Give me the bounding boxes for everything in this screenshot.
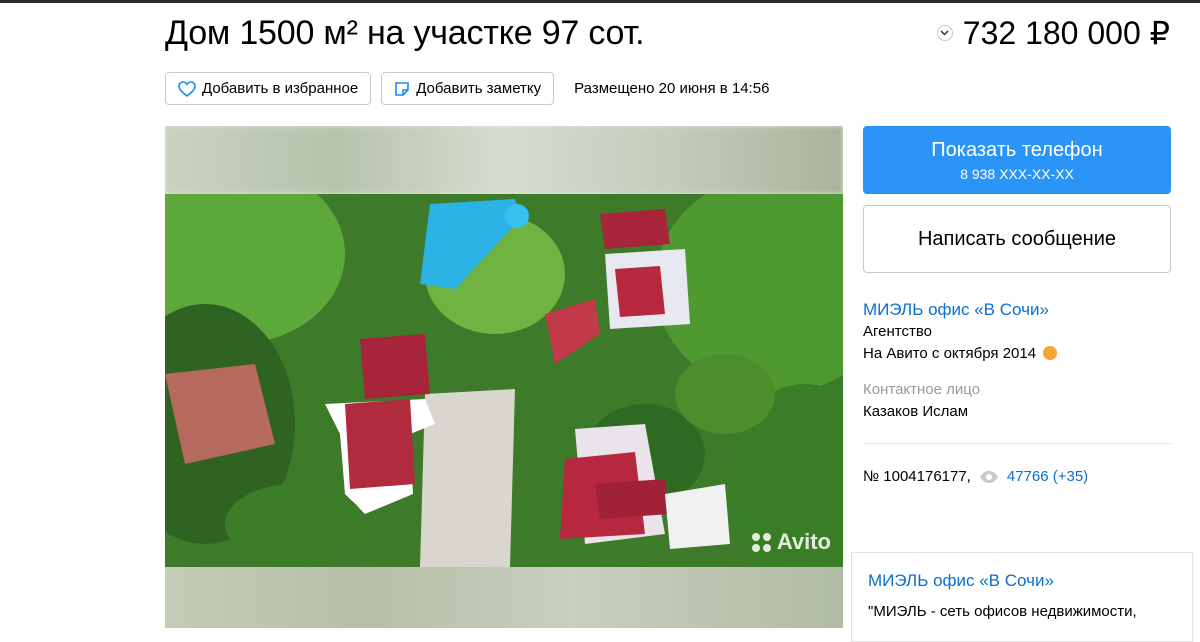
eye-icon xyxy=(979,470,998,483)
agency-card: МИЭЛЬ офис «В Сочи» "МИЭЛЬ - сеть офисов… xyxy=(851,552,1193,642)
add-to-favorites-button[interactable]: Добавить в избранное xyxy=(165,72,372,105)
write-message-label: Написать сообщение xyxy=(917,227,1116,250)
listing-price: 732 180 000 ₽ xyxy=(962,15,1170,51)
views-count[interactable]: 47766 (+35) xyxy=(1007,468,1088,485)
show-phone-button[interactable]: Показать телефон 8 938 XXX-XX-XX xyxy=(863,126,1171,194)
medal-icon xyxy=(1043,346,1058,360)
add-note-button[interactable]: Добавить заметку xyxy=(381,72,555,105)
gallery-blurred-bottom xyxy=(165,567,843,628)
chevron-down-icon xyxy=(940,30,949,36)
add-to-favorites-label: Добавить в избранное xyxy=(202,80,359,97)
avito-watermark-text: Avito xyxy=(776,529,831,554)
seller-sidebar: Показать телефон 8 938 XXX-XX-XX Написат… xyxy=(863,126,1171,485)
contact-person: Контактное лицо Казаков Ислам xyxy=(863,379,1171,423)
show-phone-label: Показать телефон xyxy=(931,138,1103,161)
seller-since: На Авито с октября 2014 xyxy=(863,345,1037,362)
note-icon xyxy=(395,81,410,96)
ad-stats: № 1004176177, 47766 (+35) xyxy=(863,468,1171,485)
contact-name: Казаков Ислам xyxy=(863,403,969,420)
listing-title: Дом 1500 м² на участке 97 сот. xyxy=(165,14,645,52)
photo-gallery[interactable]: Avito xyxy=(165,126,843,628)
currency-dropdown-toggle[interactable] xyxy=(936,25,953,41)
seller-type: Агентство xyxy=(863,323,932,340)
gallery-blurred-top xyxy=(165,126,843,194)
heart-icon xyxy=(178,80,196,97)
agency-name-link[interactable]: МИЭЛЬ офис «В Сочи» xyxy=(868,571,1176,591)
seller-name-link[interactable]: МИЭЛЬ офис «В Сочи» xyxy=(863,299,1171,321)
top-border xyxy=(0,0,1200,3)
contact-label: Контактное лицо xyxy=(863,381,981,398)
avito-logo-icon xyxy=(751,532,771,552)
listing-actions: Добавить в избранное Добавить заметку Ра… xyxy=(165,72,769,105)
aerial-house-photo xyxy=(165,194,843,567)
posted-date: Размещено 20 июня в 14:56 xyxy=(574,80,770,97)
agency-description: "МИЭЛЬ - сеть офисов недвижимости, xyxy=(868,603,1137,620)
ad-number: № 1004176177, xyxy=(863,468,971,485)
add-note-label: Добавить заметку xyxy=(416,80,542,97)
main-photo[interactable]: Avito xyxy=(165,194,843,567)
price-block: 732 180 000 ₽ xyxy=(936,14,1170,52)
sidebar-divider xyxy=(863,443,1171,444)
masked-phone-number: 8 938 XXX-XX-XX xyxy=(960,165,1074,182)
seller-info: МИЭЛЬ офис «В Сочи» Агентство На Авито с… xyxy=(863,299,1171,423)
seller-since-row: На Авито с октября 2014 xyxy=(863,343,1171,365)
avito-watermark: Avito xyxy=(751,529,831,555)
write-message-button[interactable]: Написать сообщение xyxy=(863,205,1171,273)
